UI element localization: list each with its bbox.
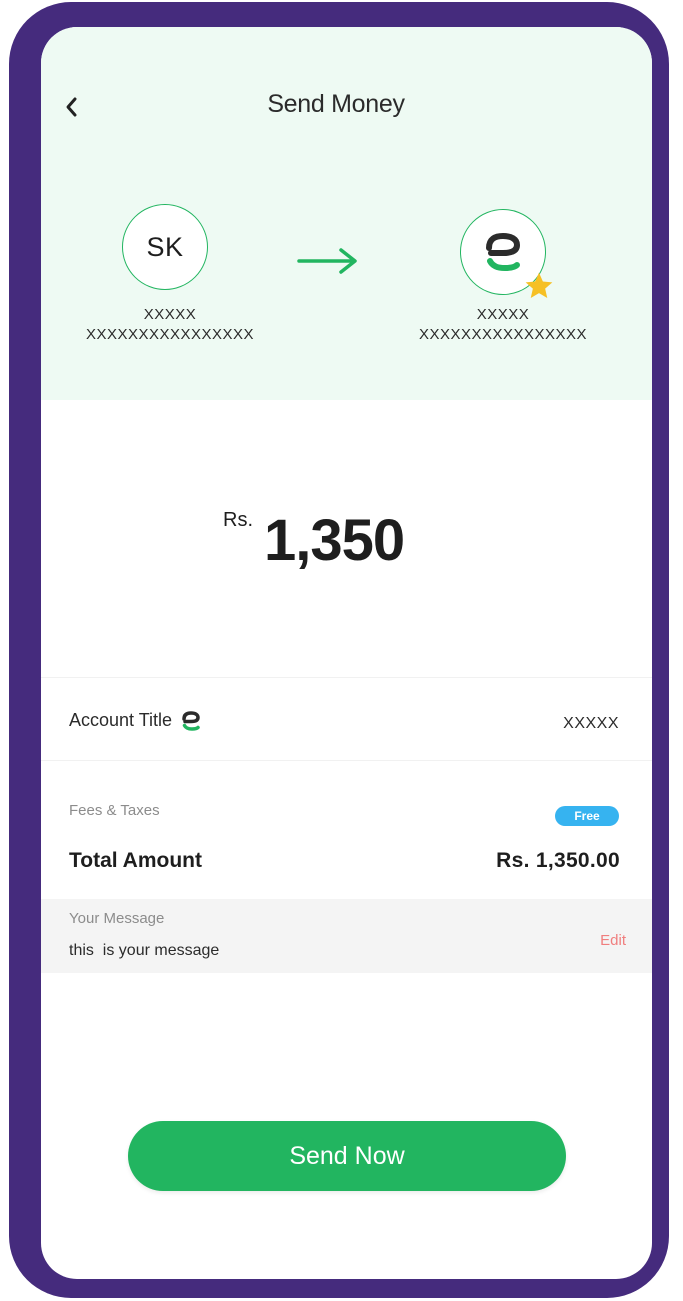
account-title-value: XXXXX xyxy=(563,715,619,732)
phone-frame: Send Money SK XXXXX XXXXXXXXXXXXXXXX XXX… xyxy=(9,2,669,1298)
message-label: Your Message xyxy=(69,910,165,927)
arrow-right-icon xyxy=(297,248,357,274)
sender-account: XXXXXXXXXXXXXXXX xyxy=(85,326,255,343)
message-section: Your Message this is your message Edit xyxy=(41,899,652,973)
amount-value: 1,350 xyxy=(264,508,405,573)
receiver-avatar xyxy=(460,209,553,298)
total-amount-label: Total Amount xyxy=(69,849,202,872)
transfer-header: Send Money SK XXXXX XXXXXXXXXXXXXXXX XXX… xyxy=(41,27,652,400)
divider xyxy=(41,677,652,678)
transfer-amount: Rs. 1,350 xyxy=(41,502,652,582)
page-title: Send Money xyxy=(267,90,405,118)
easypaisa-logo-icon xyxy=(182,710,200,731)
sender-avatar: SK xyxy=(122,204,208,290)
app-screen: Send Money SK XXXXX XXXXXXXXXXXXXXXX XXX… xyxy=(41,27,652,1279)
free-badge: Free xyxy=(555,806,619,826)
divider xyxy=(41,760,652,761)
edit-message-button[interactable]: Edit xyxy=(600,932,626,949)
receiver-account: XXXXXXXXXXXXXXXX xyxy=(418,326,588,343)
total-amount-value: Rs. 1,350.00 xyxy=(496,849,620,872)
account-title-row-label: Account Title xyxy=(69,710,200,731)
receiver-name: XXXXX xyxy=(476,306,530,323)
amount-currency: Rs. xyxy=(223,509,253,531)
account-title-label: Account Title xyxy=(69,710,173,730)
fees-label: Fees & Taxes xyxy=(69,802,160,819)
sender-name: XXXXX xyxy=(143,306,197,323)
message-text: this is your message xyxy=(69,942,220,959)
sender-initials: SK xyxy=(146,231,184,262)
star-icon xyxy=(525,272,553,298)
easypaisa-logo-icon xyxy=(486,232,521,272)
send-now-button[interactable]: Send Now xyxy=(128,1121,566,1191)
